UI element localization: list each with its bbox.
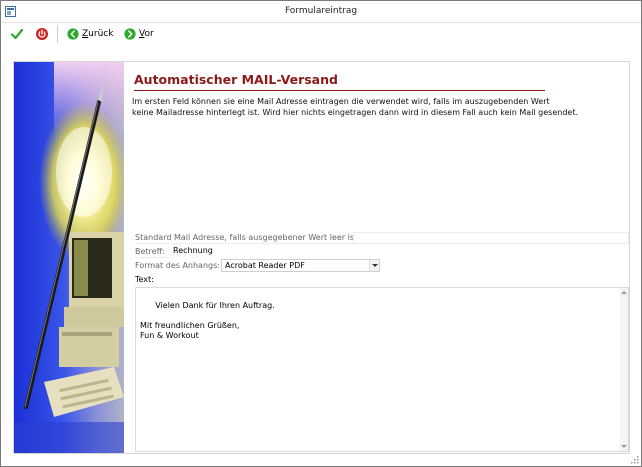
heading-text: Automatischer MAIL-Versand — [134, 72, 338, 87]
arrow-right-circle-icon — [124, 28, 136, 40]
text-input[interactable]: Vielen Dank für Ihren Auftrag. Mit freun… — [135, 287, 629, 452]
description: Im ersten Feld können sie eine Mail Adre… — [132, 96, 602, 118]
ok-button[interactable] — [10, 26, 24, 42]
scroll-up-icon[interactable] — [621, 291, 627, 294]
back-label: Zurück — [82, 29, 114, 39]
format-select-value: Acrobat Reader PDF — [225, 261, 305, 270]
description-line-2: keine Mailadresse hinterlegt ist. Wird h… — [132, 108, 579, 117]
check-icon — [10, 28, 24, 40]
text-input-value: Vielen Dank für Ihren Auftrag. Mit freun… — [140, 301, 275, 340]
form-panel: Automatischer MAIL-Versand Im ersten Fel… — [13, 61, 630, 454]
section-heading: Automatischer MAIL-Versand — [134, 70, 545, 91]
computer-pen-illustration — [14, 62, 124, 453]
title-bar: Formulareintrag — [1, 1, 641, 23]
arrow-left-circle-icon — [67, 28, 79, 40]
computer-illustration — [14, 62, 124, 453]
back-button[interactable]: Zurück — [67, 26, 113, 42]
scroll-down-icon[interactable] — [621, 445, 627, 448]
forward-button[interactable]: Vor — [124, 26, 154, 42]
vertical-scrollbar[interactable] — [620, 288, 628, 451]
chevron-down-icon[interactable] — [369, 260, 379, 271]
betreff-input[interactable]: Rechnung — [170, 246, 629, 258]
format-select[interactable]: Acrobat Reader PDF — [221, 259, 380, 272]
format-label: Format des Anhangs: — [135, 261, 220, 270]
resize-grip-icon[interactable] — [631, 456, 639, 464]
text-label: Text: — [135, 275, 154, 284]
toolbar: Zurück Vor — [1, 23, 641, 45]
form-window: Formulareintrag Zurück Vor Automatischer… — [0, 0, 642, 467]
description-line-1: Im ersten Feld können sie eine Mail Adre… — [132, 97, 550, 106]
power-icon — [36, 28, 48, 40]
window-title: Formulareintrag — [284, 6, 358, 16]
forward-label: Vor — [139, 29, 154, 39]
standard-mail-input[interactable] — [353, 232, 629, 244]
toolbar-separator — [57, 25, 58, 43]
standard-mail-label: Standard Mail Adresse, falls ausgegebene… — [135, 233, 360, 242]
cancel-button[interactable] — [35, 26, 49, 42]
betreff-label: Betreff: — [135, 247, 165, 256]
